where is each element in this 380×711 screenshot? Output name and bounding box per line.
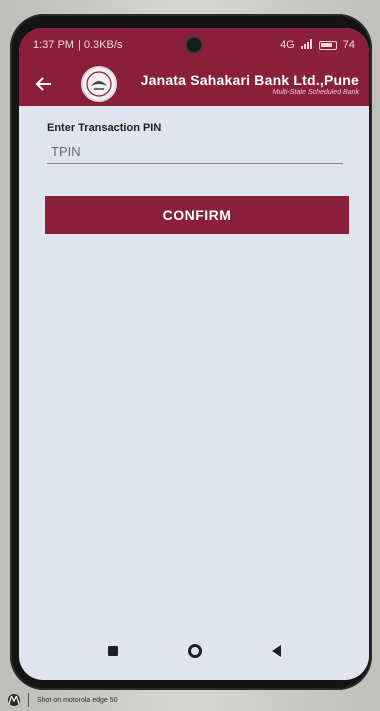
bank-name: Janata Sahakari Bank Ltd.,Pune	[140, 72, 359, 88]
toolbar: Janata Sahakari Bank Ltd.,Pune Multi-Sta…	[19, 62, 369, 106]
system-nav-bar	[19, 622, 369, 680]
battery-icon	[318, 40, 337, 50]
bank-logo-icon	[81, 66, 117, 102]
tpin-input[interactable]	[47, 140, 343, 164]
bank-title: Janata Sahakari Bank Ltd.,Pune Multi-Sta…	[125, 72, 369, 96]
pin-label: Enter Transaction PIN	[47, 122, 162, 134]
watermark-divider	[28, 693, 29, 707]
battery-level: 74	[342, 39, 355, 51]
status-bar: 1:37 PM | 0.3KB/s 4G 74	[19, 28, 369, 62]
app-bar: 1:37 PM | 0.3KB/s 4G 74 Janata Sahakari …	[19, 28, 369, 106]
recents-icon[interactable]	[107, 646, 118, 656]
status-time: 1:37 PM	[33, 39, 74, 51]
bank-tagline: Multi-State Scheduled Bank	[272, 89, 359, 96]
camera-watermark: Shot on motorola edge 50	[8, 693, 118, 707]
confirm-button[interactable]: CONFIRM	[45, 196, 349, 234]
home-icon[interactable]	[187, 644, 202, 658]
status-speed: | 0.3KB/s	[77, 39, 123, 51]
network-label: 4G	[280, 39, 295, 51]
watermark-text: Shot on motorola edge 50	[37, 696, 118, 704]
status-right: 4G 74	[280, 38, 355, 52]
phone-screen: 1:37 PM | 0.3KB/s 4G 74 Janata Sahakari …	[19, 28, 369, 680]
motorola-logo-icon	[8, 694, 20, 706]
nav-back-icon[interactable]	[271, 645, 281, 657]
arrow-left-icon[interactable]	[29, 69, 59, 99]
signal-icon	[300, 38, 313, 52]
front-camera	[187, 38, 201, 52]
